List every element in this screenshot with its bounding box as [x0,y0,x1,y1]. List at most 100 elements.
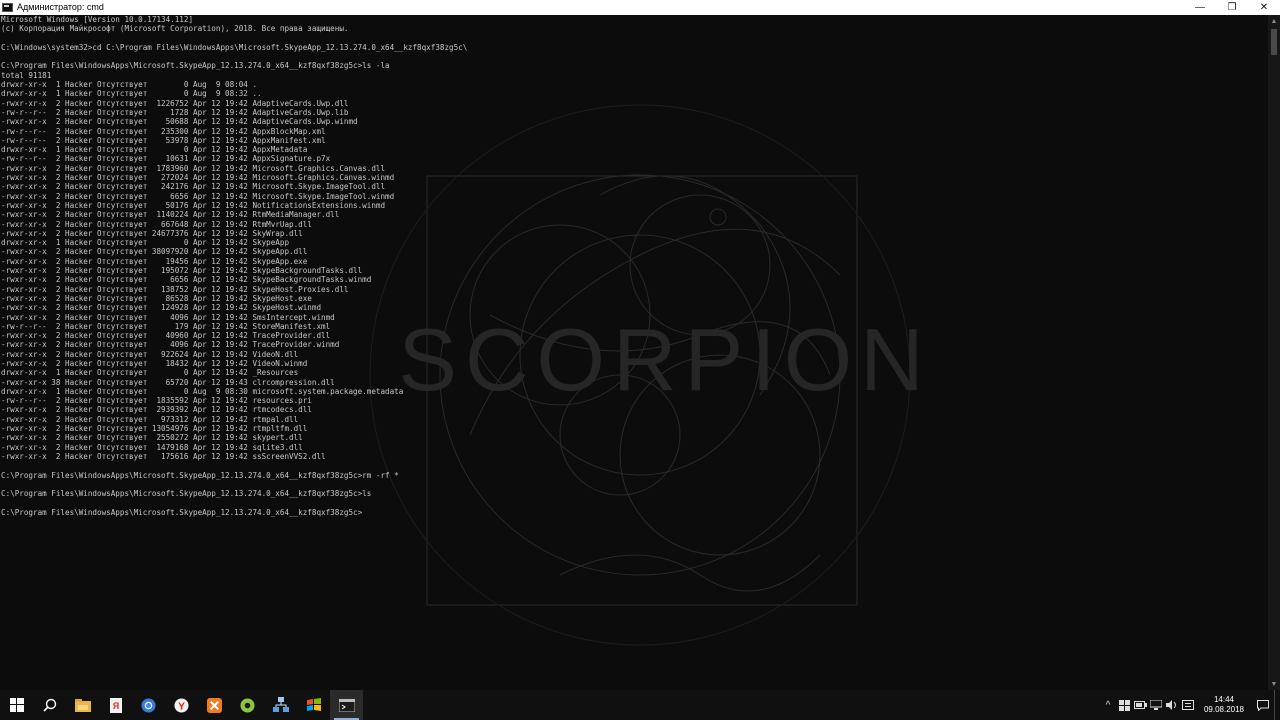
taskbar-green-app[interactable] [231,690,264,720]
taskbar-file-explorer[interactable] [66,690,99,720]
taskbar-windows-app[interactable] [297,690,330,720]
console-line: -rwxr-xr-x 2 Hacker Отсутствует 13054976… [1,424,308,434]
system-tray: ^ 14:44 09.08.2018 [1100,690,1280,720]
taskbar-yandex-docs[interactable]: Я [99,690,132,720]
console-line: C:\Program Files\WindowsApps\Microsoft.S… [1,489,372,499]
console-line: drwxr-xr-x 1 Hacker Отсутствует 0 Apr 12… [1,238,290,248]
console-line: total 91181 [1,70,52,80]
network-status-icon[interactable] [1148,690,1164,720]
console-line: -rwxr-xr-x 2 Hacker Отсутствует 6656 Apr… [1,191,395,201]
close-button[interactable]: ✕ [1248,0,1280,15]
search-button[interactable] [33,690,66,720]
console-line: -rwxr-xr-x 2 Hacker Отсутствует 195072 A… [1,266,363,276]
console-line: C:\Program Files\WindowsApps\Microsoft.S… [1,507,363,517]
console-line: drwxr-xr-x 1 Hacker Отсутствует 0 Apr 12… [1,145,308,155]
window-title: Администратор: cmd [17,2,104,12]
console-line: drwxr-xr-x 1 Hacker Отсутствует 0 Aug 9 … [1,89,262,99]
console-line: -rw-r--r-- 2 Hacker Отсутствует 10631 Ap… [1,154,331,164]
console-line: (c) Корпорация Майкрософт (Microsoft Cor… [1,24,349,34]
scroll-down-arrow-icon[interactable]: ▼ [1268,678,1280,690]
console-line: -rwxr-xr-x 2 Hacker Отсутствует 973312 A… [1,414,299,424]
cmd-window-icon[interactable] [2,3,13,12]
tray-app-icon[interactable] [1116,690,1132,720]
wallpaper-logo-text: SCORPION [398,310,931,409]
console-line: C:\Windows\system32>cd C:\Program Files\… [1,42,468,52]
window-controls: — ❐ ✕ [1184,0,1280,15]
console-area[interactable]: SCORPION Microsoft Windows [Version 10.0… [0,15,1268,690]
console-output: Microsoft Windows [Version 10.0.17134.11… [1,15,467,517]
chrome-icon [141,697,156,713]
taskbar: Я Y ^ 14:44 09.08.2018 [0,690,1280,720]
svg-text:Y: Y [178,701,185,712]
search-icon [42,698,56,712]
scrollbar-thumb[interactable] [1271,29,1277,55]
console-line: -rwxr-xr-x 2 Hacker Отсутствует 50688 Ap… [1,117,358,127]
console-line: -rwxr-xr-x 2 Hacker Отсутствует 667648 A… [1,219,312,229]
console-line: -rw-r--r-- 2 Hacker Отсутствует 1835592 … [1,396,312,406]
taskbar-cmd[interactable] [330,690,363,720]
console-line: -rw-r--r-- 2 Hacker Отсутствует 179 Apr … [1,321,331,331]
show-desktop-button[interactable] [1274,690,1280,720]
scroll-up-arrow-icon[interactable]: ▲ [1268,15,1280,27]
windows-flag-icon [306,698,321,711]
console-line: -rwxr-xr-x 2 Hacker Отсутствует 19456 Ap… [1,256,308,266]
battery-icon[interactable] [1132,690,1148,720]
taskbar-chrome[interactable] [132,690,165,720]
console-line: -rwxr-xr-x 2 Hacker Отсутствует 4096 Apr… [1,312,335,322]
taskbar-clock[interactable]: 14:44 09.08.2018 [1196,690,1252,720]
maximize-button[interactable]: ❐ [1216,0,1248,15]
taskbar-yandex-browser[interactable]: Y [165,690,198,720]
console-line: -rwxr-xr-x 2 Hacker Отсутствует 272024 A… [1,173,395,183]
console-line: -rwxr-xr-x 2 Hacker Отсутствует 1140224 … [1,210,340,220]
console-line: -rwxr-xr-x 2 Hacker Отсутствует 50176 Ap… [1,200,386,210]
start-button[interactable] [0,690,33,720]
console-line: -rw-r--r-- 2 Hacker Отсутствует 1728 Apr… [1,107,349,117]
chevron-up-icon[interactable]: ^ [1100,690,1116,720]
volume-icon[interactable] [1164,690,1180,720]
console-line: -rwxr-xr-x 2 Hacker Отсутствует 4096 Apr… [1,340,340,350]
console-line: -rwxr-xr-x 2 Hacker Отсутствует 124928 A… [1,303,322,313]
console-line: -rwxr-xr-x 2 Hacker Отсутствует 38097920… [1,247,308,257]
green-circle-icon [240,697,255,713]
minimize-button[interactable]: — [1184,0,1216,15]
console-line: -rwxr-xr-x 2 Hacker Отсутствует 40960 Ap… [1,331,331,341]
console-line: -rwxr-xr-x 2 Hacker Отсутствует 1479168 … [1,442,303,452]
console-line: -rwxr-xr-x 2 Hacker Отсутствует 1226752 … [1,98,349,108]
console-line: -rwxr-xr-x 2 Hacker Отсутствует 86528 Ap… [1,293,312,303]
notification-icon [1257,699,1269,711]
console-line: drwxr-xr-x 1 Hacker Отсутствует 0 Apr 12… [1,368,299,378]
console-line: -rwxr-xr-x 2 Hacker Отсутствует 2939392 … [1,405,312,415]
network-icon [272,697,289,712]
console-scrollbar[interactable]: ▲ ▼ [1268,15,1280,690]
language-icon[interactable] [1180,690,1196,720]
folder-icon [74,698,91,712]
console-line: C:\Program Files\WindowsApps\Microsoft.S… [1,61,390,71]
console-line: -rw-r--r-- 2 Hacker Отсутствует 53978 Ap… [1,135,326,145]
xampp-icon [207,697,222,713]
taskbar-network-tool[interactable] [264,690,297,720]
console-line: -rwxr-xr-x 2 Hacker Отсутствует 6656 Apr… [1,275,372,285]
console-line: -rwxr-xr-x 2 Hacker Отсутствует 24677376… [1,228,303,238]
console-line: drwxr-xr-x 1 Hacker Отсутствует 0 Aug 9 … [1,80,258,90]
console-line: drwxr-xr-x 1 Hacker Отсутствует 0 Aug 9 … [1,386,404,396]
console-line: -rwxr-xr-x 2 Hacker Отсутствует 922624 A… [1,349,299,359]
console-line: Microsoft Windows [Version 10.0.17134.11… [1,15,194,24]
console-line: -rwxr-xr-x 2 Hacker Отсутствует 175616 A… [1,451,326,461]
console-line: -rwxr-xr-x 2 Hacker Отсутствует 242176 A… [1,182,386,192]
console-line: -rwxr-xr-x 2 Hacker Отсутствует 2550272 … [1,433,303,443]
document-icon: Я [109,697,122,713]
window-title-bar[interactable]: Администратор: cmd — ❐ ✕ [0,0,1280,15]
cmd-icon [338,698,355,712]
console-line: -rwxr-xr-x 2 Hacker Отсутствует 18432 Ap… [1,358,308,368]
console-line: -rw-r--r-- 2 Hacker Отсутствует 235300 A… [1,126,326,136]
console-line: -rwxr-xr-x 2 Hacker Отсутствует 1783960 … [1,163,386,173]
taskbar-xampp[interactable] [198,690,231,720]
notification-center-button[interactable] [1252,690,1274,720]
yandex-browser-icon: Y [174,697,189,713]
svg-text:Я: Я [112,701,118,711]
